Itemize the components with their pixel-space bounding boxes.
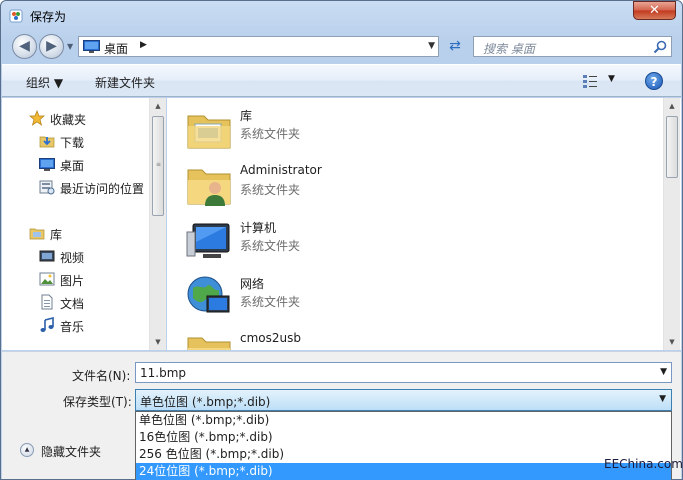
sidebar-item-libraries[interactable]: 库 — [2, 223, 150, 243]
documents-icon — [41, 294, 53, 310]
sidebar-item-recent-places[interactable]: 最近访问的位置 — [2, 177, 150, 197]
chevron-down-icon[interactable]: ▼ — [660, 367, 667, 377]
window-title: 保存为 — [30, 10, 67, 24]
sidebar-item-label: 图片 — [60, 274, 85, 288]
chevron-down-icon[interactable]: ▼ — [659, 394, 666, 404]
file-name: Administrator — [240, 163, 322, 177]
sidebar-item-downloads[interactable]: 下载 — [2, 131, 150, 151]
sidebar-item-label: 收藏夹 — [50, 113, 87, 127]
list-item[interactable]: 计算机 系统文件夹 — [185, 216, 625, 268]
sidebar-item-favorites[interactable]: 收藏夹 — [2, 108, 150, 128]
change-view-icon[interactable] — [582, 73, 598, 89]
file-name: 网络 — [240, 277, 265, 291]
file-type: 系统文件夹 — [240, 239, 301, 253]
sidebar-item-label: 视频 — [60, 251, 85, 265]
network-icon — [187, 276, 230, 313]
list-item[interactable]: Administrator 系统文件夹 — [185, 160, 625, 212]
sidebar-item-label: 桌面 — [60, 159, 85, 173]
file-type: 系统文件夹 — [240, 127, 301, 141]
save-type-select[interactable]: 单色位图 (*.bmp;*.dib) ▼ — [135, 389, 672, 411]
search-icon[interactable] — [653, 40, 667, 54]
forward-button[interactable]: ▶ — [39, 34, 64, 59]
sidebar-item-documents[interactable]: 文档 — [2, 292, 150, 312]
sidebar-item-label: 库 — [50, 228, 63, 242]
command-bar: 组织 ▼ 新建文件夹 ▼ ? — [2, 64, 681, 97]
sidebar-item-label: 最近访问的位置 — [60, 182, 145, 196]
pictures-icon — [39, 272, 55, 286]
recent-pages-dropdown[interactable]: ▼ — [67, 42, 73, 51]
title-bar[interactable]: 保存为 ✕ — [1, 1, 682, 31]
save-as-dialog: 保存为 ✕ ◀ ▶ ▼ 桌面 ▶ ▼ ⇄ 搜索 桌面 组织 ▼ 新建文件夹 ▼ … — [0, 0, 683, 480]
star-icon — [29, 110, 45, 126]
scrollbar-thumb[interactable]: ≡ — [152, 116, 164, 216]
close-button[interactable]: ✕ — [633, 1, 676, 20]
scroll-down-icon[interactable]: ▼ — [150, 334, 166, 350]
list-item[interactable]: cmos2usb — [185, 328, 625, 350]
download-folder-icon — [39, 136, 55, 148]
search-input[interactable]: 搜索 桌面 — [483, 40, 535, 57]
chevron-up-icon[interactable]: ▲ — [20, 443, 34, 457]
library-folder-icon — [187, 115, 231, 149]
library-icon — [29, 228, 45, 240]
help-button[interactable]: ? — [645, 72, 663, 90]
desktop-icon — [39, 158, 55, 171]
navigation-pane[interactable]: 收藏夹 下载 桌面 最近访问的位置 库 视频 图片 文档 音乐 ▲ ≡ ▼ — [2, 98, 166, 350]
save-type-option-selected[interactable]: 24位位图 (*.bmp;*.dib) — [136, 463, 671, 480]
file-name: 库 — [240, 109, 253, 123]
organize-menu[interactable]: 组织 ▼ — [26, 74, 63, 91]
sidebar-item-desktop[interactable]: 桌面 — [2, 154, 150, 174]
file-list[interactable]: 库 系统文件夹 Administrator 系统文件夹 计算机 系统文件夹 网络… — [167, 98, 681, 350]
scroll-down-icon[interactable]: ▼ — [664, 334, 680, 350]
user-folder-icon — [187, 169, 231, 206]
save-type-option[interactable]: 256 色位图 (*.bmp;*.dib) — [136, 446, 671, 463]
video-icon — [39, 250, 55, 262]
computer-icon — [186, 223, 230, 258]
save-type-option[interactable]: 16色位图 (*.bmp;*.dib) — [136, 429, 671, 446]
file-name: cmos2usb — [240, 331, 301, 345]
save-type-options[interactable]: 单色位图 (*.bmp;*.dib) 16色位图 (*.bmp;*.dib) 2… — [135, 411, 672, 480]
new-folder-button[interactable]: 新建文件夹 — [95, 74, 155, 91]
file-list-scrollbar[interactable]: ▲ ▼ — [663, 98, 680, 350]
address-bar[interactable]: 桌面 ▶ ▼ — [78, 36, 439, 57]
save-options: 文件名(N): 11.bmp ▼ 保存类型(T): 单色位图 (*.bmp;*.… — [2, 351, 681, 480]
sidebar-item-pictures[interactable]: 图片 — [2, 269, 150, 289]
save-type-option[interactable]: 单色位图 (*.bmp;*.dib) — [136, 412, 671, 429]
sidebar-item-label: 文档 — [60, 297, 85, 311]
scrollbar-thumb[interactable] — [666, 116, 678, 178]
sidebar-item-music[interactable]: 音乐 — [2, 315, 150, 335]
back-button[interactable]: ◀ — [12, 34, 37, 59]
navigation-scrollbar[interactable]: ▲ ≡ ▼ — [149, 98, 166, 350]
filename-value[interactable]: 11.bmp — [140, 366, 186, 380]
sidebar-item-videos[interactable]: 视频 — [2, 246, 150, 266]
scroll-up-icon[interactable]: ▲ — [664, 98, 680, 114]
file-type: 系统文件夹 — [240, 183, 301, 197]
breadcrumb-arrow-icon[interactable]: ▶ — [140, 40, 147, 50]
search-box[interactable]: 搜索 桌面 — [473, 36, 672, 57]
music-icon — [40, 317, 54, 332]
refresh-button[interactable]: ⇄ — [443, 36, 467, 57]
filename-label: 文件名(N): — [72, 369, 131, 383]
file-name: 计算机 — [240, 221, 277, 235]
file-type: 系统文件夹 — [240, 295, 301, 309]
sidebar-item-label: 音乐 — [60, 320, 85, 334]
save-type-label: 保存类型(T): — [63, 395, 132, 409]
address-dropdown[interactable]: ▼ — [428, 41, 435, 51]
watermark: EEChina.com — [604, 457, 683, 471]
view-dropdown[interactable]: ▼ — [608, 74, 615, 84]
filename-field[interactable]: 11.bmp ▼ — [135, 362, 672, 383]
folder-icon — [187, 337, 231, 350]
desktop-icon — [83, 40, 100, 53]
paint-app-icon — [9, 9, 23, 23]
list-item[interactable]: 网络 系统文件夹 — [185, 272, 625, 324]
list-item[interactable]: 库 系统文件夹 — [185, 104, 625, 156]
address-location[interactable]: 桌面 — [104, 40, 128, 57]
save-type-value[interactable]: 单色位图 (*.bmp;*.dib) — [140, 393, 270, 410]
hide-folders-label[interactable]: 隐藏文件夹 — [41, 443, 101, 460]
scroll-up-icon[interactable]: ▲ — [150, 98, 166, 114]
recent-places-icon — [39, 180, 55, 195]
sidebar-item-label: 下载 — [60, 136, 85, 150]
